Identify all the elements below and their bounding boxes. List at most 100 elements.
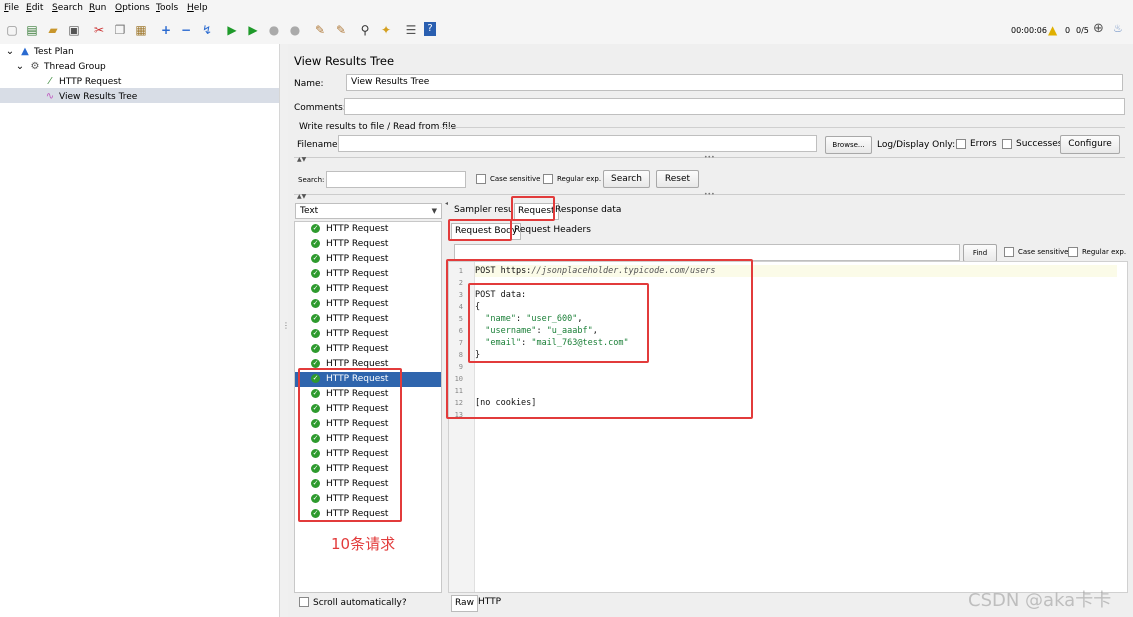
result-item[interactable]: ✓ HTTP Request: [295, 237, 441, 252]
chevron-down-icon: ▼: [431, 207, 437, 215]
errors-checkbox[interactable]: [956, 139, 966, 149]
paste-icon[interactable]: ▦: [133, 22, 149, 38]
new-icon[interactable]: ▢: [4, 22, 20, 38]
tree-node-label: View Results Tree: [59, 92, 138, 102]
copy-icon[interactable]: ❐: [112, 22, 128, 38]
renderer-select[interactable]: Text ▼: [295, 203, 442, 219]
case-sensitive-label: Case sensitive: [490, 175, 541, 183]
stop-icon[interactable]: ●: [266, 22, 282, 38]
search-input[interactable]: [326, 171, 466, 188]
function-helper-icon[interactable]: ☰: [403, 22, 419, 38]
success-check-icon: ✓: [311, 269, 320, 278]
result-item[interactable]: ✓ HTTP Request: [295, 252, 441, 267]
tab-response-data[interactable]: Response data: [555, 203, 621, 218]
comments-label: Comments:: [294, 103, 346, 113]
tree-selection: [0, 88, 279, 103]
result-item[interactable]: ✓ HTTP Request: [295, 327, 441, 342]
browse-button[interactable]: Browse...: [825, 136, 872, 154]
tab-collapse-icon[interactable]: ◂: [445, 200, 449, 215]
configure-button[interactable]: Configure: [1060, 135, 1120, 154]
panel-title: View Results Tree: [294, 54, 395, 68]
panel-splitter[interactable]: ⋮: [280, 44, 290, 617]
chevron-down-icon[interactable]: ⌄: [4, 44, 16, 59]
tree-node-view-results-tree[interactable]: ∿ View Results Tree: [44, 89, 138, 104]
menu-options[interactable]: Options: [115, 3, 150, 13]
clear-all-icon[interactable]: ✎: [333, 22, 349, 38]
find-case-sensitive-checkbox[interactable]: [1004, 247, 1014, 257]
case-sensitive-checkbox[interactable]: [476, 174, 486, 184]
chevron-down-icon[interactable]: ⌄: [14, 59, 26, 74]
start-no-pauses-icon[interactable]: ▶: [245, 22, 261, 38]
tree-node-thread-group[interactable]: ⌄ ⚙ Thread Group: [14, 59, 106, 74]
warning-icon[interactable]: ▲: [1048, 23, 1057, 37]
result-item-label: HTTP Request: [326, 299, 389, 309]
name-field[interactable]: View Results Tree: [346, 74, 1123, 91]
menu-tools[interactable]: Tools: [156, 3, 178, 13]
elapsed-timer: 00:00:06: [1011, 26, 1047, 35]
filename-field[interactable]: [338, 135, 817, 152]
errors-label: Errors: [970, 139, 997, 149]
gear-icon: ⚙: [30, 61, 40, 72]
menu-run[interactable]: Run: [89, 3, 106, 13]
search-label: Search:: [298, 176, 325, 184]
result-item[interactable]: ✓ HTTP Request: [295, 297, 441, 312]
menu-help[interactable]: Help: [187, 3, 208, 13]
tree-node-label: Thread Group: [44, 62, 106, 72]
find-button[interactable]: Find: [963, 244, 997, 262]
expand-icon[interactable]: +: [158, 22, 174, 38]
result-item[interactable]: ✓ HTTP Request: [295, 312, 441, 327]
success-check-icon: ✓: [311, 359, 320, 368]
help-icon[interactable]: ?: [424, 22, 436, 36]
search-icon[interactable]: ⚲: [357, 22, 373, 38]
success-check-icon: ✓: [311, 299, 320, 308]
pipette-icon: ⁄: [49, 76, 51, 87]
result-item[interactable]: ✓ HTTP Request: [295, 267, 441, 282]
collapse-icon[interactable]: −: [178, 22, 194, 38]
tab-request-headers[interactable]: Request Headers: [514, 223, 591, 238]
grip-icon: •••: [704, 154, 715, 161]
comments-field[interactable]: [344, 98, 1125, 115]
grip-icon: •••: [704, 191, 715, 198]
cut-icon[interactable]: ✂: [91, 22, 107, 38]
save-icon[interactable]: ▣: [66, 22, 82, 38]
result-item-label: HTTP Request: [326, 284, 389, 294]
start-icon[interactable]: ▶: [224, 22, 240, 38]
reset-search-icon[interactable]: ✦: [378, 22, 394, 38]
result-item[interactable]: ✓ HTTP Request: [295, 282, 441, 297]
tree-node-http-request[interactable]: ⁄ HTTP Request: [44, 74, 121, 89]
regular-exp-checkbox[interactable]: [543, 174, 553, 184]
collapse-arrows-icon[interactable]: ▲▼: [297, 193, 306, 200]
result-item-label: HTTP Request: [326, 254, 389, 264]
toggle-icon[interactable]: ↯: [199, 22, 215, 38]
reset-button[interactable]: Reset: [656, 170, 699, 188]
annotation-box-requests: [298, 368, 402, 522]
menu-edit[interactable]: Edit: [26, 3, 43, 13]
result-item[interactable]: ✓ HTTP Request: [295, 342, 441, 357]
annotation-box-request-tab: [511, 196, 555, 221]
menu-search[interactable]: Search: [52, 3, 83, 13]
open-icon[interactable]: ▰: [45, 22, 61, 38]
success-check-icon: ✓: [311, 224, 320, 233]
tree-node-test-plan[interactable]: ⌄ ▲ Test Plan: [4, 44, 74, 59]
thread-count: 0/5: [1076, 26, 1089, 35]
search-button[interactable]: Search: [603, 170, 650, 188]
tab-sampler-result[interactable]: Sampler result: [454, 203, 520, 218]
tab-raw[interactable]: Raw: [451, 595, 478, 612]
successes-checkbox[interactable]: [1002, 139, 1012, 149]
collapse-divider-2[interactable]: ▲▼ •••: [294, 191, 1125, 201]
collapse-divider[interactable]: ▲▼ •••: [294, 154, 1125, 164]
find-regular-exp-checkbox[interactable]: [1068, 247, 1078, 257]
name-label: Name:: [294, 79, 324, 89]
renderer-select-value: Text: [300, 206, 319, 216]
shutdown-icon[interactable]: ●: [287, 22, 303, 38]
result-item[interactable]: ✓ HTTP Request: [295, 222, 441, 237]
log-viewer-icon[interactable]: ♨: [1113, 22, 1123, 35]
collapse-arrows-icon[interactable]: ▲▼: [297, 156, 306, 163]
group-divider: [440, 127, 1125, 128]
templates-icon[interactable]: ▤: [24, 22, 40, 38]
scroll-auto-checkbox[interactable]: [299, 597, 309, 607]
result-item-label: HTTP Request: [326, 329, 389, 339]
menu-file[interactable]: File: [4, 3, 19, 13]
tab-http[interactable]: HTTP: [478, 595, 501, 610]
clear-icon[interactable]: ✎: [312, 22, 328, 38]
